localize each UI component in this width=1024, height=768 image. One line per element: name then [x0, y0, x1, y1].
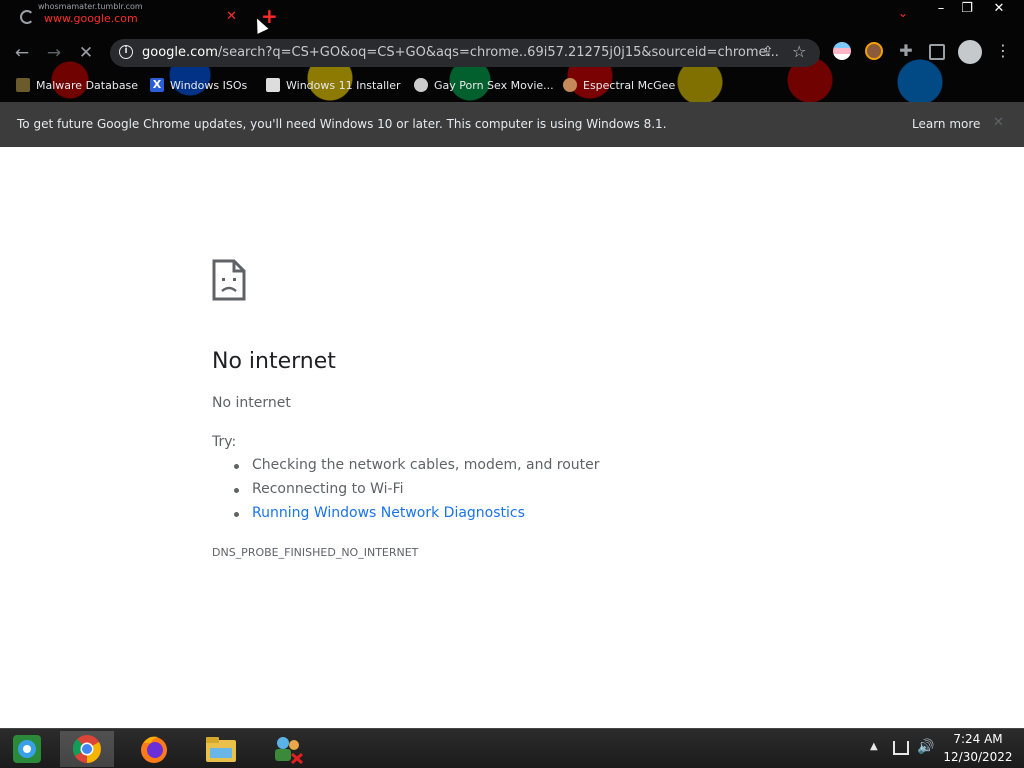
- file-explorer-taskbar-button[interactable]: [194, 731, 248, 767]
- tab-search-icon[interactable]: ⌄: [898, 6, 908, 20]
- bookmark-espectral-mcgee[interactable]: Espectral McGee: [563, 76, 675, 94]
- network-status-icon[interactable]: [893, 741, 909, 755]
- tab-active[interactable]: whosmamater.tumblr.com www.google.com ✕: [8, 2, 248, 32]
- infobar-message: To get future Google Chrome updates, you…: [17, 117, 667, 131]
- clock-time[interactable]: 7:24 AM: [938, 732, 1018, 746]
- suggestion-item: Checking the network cables, modem, and …: [234, 457, 600, 481]
- maximize-button[interactable]: ❐: [952, 0, 982, 18]
- tab-title: www.google.com: [44, 12, 138, 25]
- avatar-icon: [563, 78, 577, 92]
- bug-icon: [16, 78, 30, 92]
- extensions-puzzle-icon[interactable]: ✚: [897, 42, 915, 60]
- firefox-icon: [141, 736, 167, 763]
- chrome-taskbar-button[interactable]: [60, 731, 114, 767]
- network-diagnostics-link[interactable]: Running Windows Network Diagnostics: [234, 505, 600, 529]
- extension-flag-icon[interactable]: [833, 42, 851, 60]
- try-label: Try:: [212, 434, 237, 450]
- volume-icon[interactable]: 🔊: [917, 739, 934, 755]
- favicon-icon: [414, 78, 428, 92]
- suggestion-list: Checking the network cables, modem, and …: [234, 457, 600, 529]
- sad-document-icon: [212, 259, 246, 301]
- loading-spinner-icon: [20, 10, 34, 24]
- taskbar: ▲ 🔊 7:24 AM 12/30/2022: [0, 728, 1024, 768]
- network-taskbar-button[interactable]: [261, 731, 315, 767]
- bookmark-malware-database[interactable]: Malware Database: [16, 76, 138, 94]
- tab-close-icon[interactable]: ✕: [226, 10, 237, 24]
- site-info-icon[interactable]: i: [119, 45, 133, 59]
- x-logo-icon: X: [150, 78, 164, 92]
- bookmark-windows-isos[interactable]: X Windows ISOs: [150, 76, 247, 94]
- suggestion-item: Reconnecting to Wi-Fi: [234, 481, 600, 505]
- tab-subtitle: whosmamater.tumblr.com: [38, 2, 143, 11]
- bookmark-label: Gay Porn Sex Movie...: [434, 78, 554, 92]
- file-explorer-icon: [206, 737, 236, 762]
- control-panel-icon: [13, 735, 41, 763]
- close-window-button[interactable]: ✕: [984, 0, 1014, 18]
- address-bar-url[interactable]: google.com/search?q=CS+GO&oq=CS+GO&aqs=c…: [142, 45, 779, 60]
- url-path: /search?q=CS+GO&oq=CS+GO&aqs=chrome..69i…: [217, 45, 779, 60]
- error-page: No internet No internet Try: Checking th…: [0, 147, 1024, 728]
- infobar-close-icon[interactable]: ✕: [993, 115, 1004, 130]
- bookmark-star-icon[interactable]: ☆: [792, 42, 806, 61]
- tab-strip: whosmamater.tumblr.com www.google.com ✕ …: [0, 0, 1024, 34]
- url-domain: google.com: [142, 45, 218, 60]
- bookmark-label: Windows 11 Installer: [286, 78, 401, 92]
- bookmark-movie[interactable]: Gay Porn Sex Movie...: [414, 76, 554, 94]
- back-button[interactable]: ←: [11, 42, 33, 64]
- learn-more-link[interactable]: Learn more: [912, 117, 980, 131]
- document-icon: [266, 78, 280, 92]
- browser-chrome: whosmamater.tumblr.com www.google.com ✕ …: [0, 0, 1024, 102]
- update-infobar: To get future Google Chrome updates, you…: [0, 102, 1024, 147]
- chrome-menu-icon[interactable]: ⋮: [994, 42, 1012, 60]
- share-icon[interactable]: ⇪: [762, 44, 774, 60]
- control-panel-taskbar-button[interactable]: [0, 731, 54, 767]
- bookmark-label: Espectral McGee: [583, 78, 676, 92]
- bookmark-label: Malware Database: [36, 78, 139, 92]
- side-panel-icon[interactable]: [929, 44, 945, 60]
- firefox-taskbar-button[interactable]: [127, 731, 181, 767]
- network-icon: [275, 737, 304, 764]
- bookmark-label: Windows ISOs: [170, 78, 248, 92]
- error-code: DNS_PROBE_FINISHED_NO_INTERNET: [212, 546, 419, 559]
- stop-loading-button[interactable]: ✕: [75, 42, 97, 64]
- extension-avatar-icon[interactable]: [865, 42, 883, 60]
- bookmark-windows-11-installer[interactable]: Windows 11 Installer: [266, 76, 401, 94]
- error-heading: No internet: [212, 349, 336, 374]
- show-hidden-icons-button[interactable]: ▲: [870, 741, 878, 752]
- forward-button[interactable]: →: [43, 42, 65, 64]
- error-subheading: No internet: [212, 395, 291, 411]
- address-bar[interactable]: i google.com/search?q=CS+GO&oq=CS+GO&aqs…: [110, 39, 820, 67]
- bookmarks-bar: Malware Database X Windows ISOs Windows …: [0, 72, 1024, 98]
- profile-avatar-icon[interactable]: [958, 40, 982, 64]
- clock-date[interactable]: 12/30/2022: [938, 750, 1018, 764]
- chrome-icon: [73, 735, 101, 763]
